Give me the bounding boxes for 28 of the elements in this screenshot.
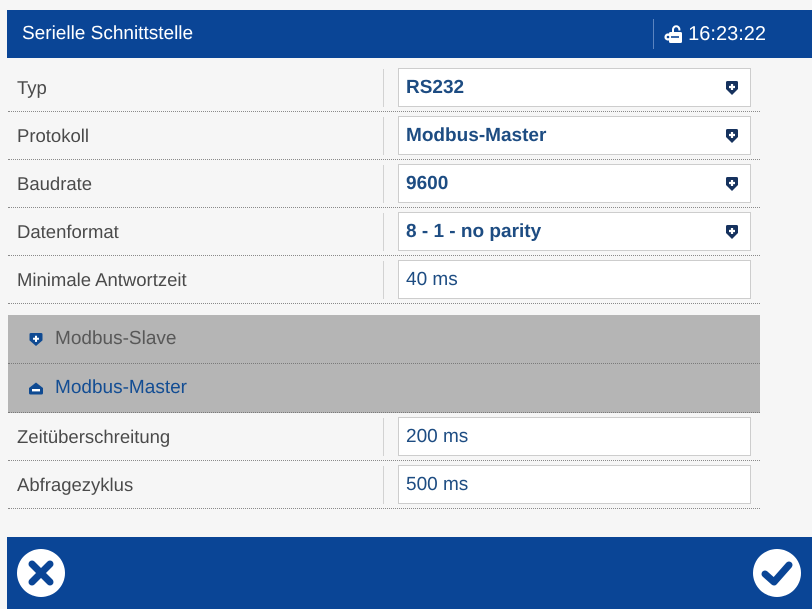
dropdown-arrow-icon xyxy=(726,176,738,190)
dropdown-field[interactable]: 8 - 1 - no parity xyxy=(398,212,751,251)
expand-icon xyxy=(29,332,43,346)
dropdown-field[interactable]: RS232 xyxy=(398,68,751,107)
input-field[interactable]: 500 ms xyxy=(398,465,751,504)
field-label: Datenformat xyxy=(16,220,120,242)
field-label: Zeitüberschreitung xyxy=(16,426,172,448)
dropdown-arrow-icon xyxy=(726,128,738,142)
clock-time: 16:23:22 xyxy=(688,22,766,46)
field-label: Abfragezyklus xyxy=(16,474,134,496)
padlock-key-icon xyxy=(664,25,684,43)
dropdown-arrow-icon xyxy=(726,80,738,94)
field-label: Protokoll xyxy=(16,124,90,146)
dropdown-field[interactable]: Modbus-Master xyxy=(398,116,751,155)
confirm-button[interactable] xyxy=(753,549,801,597)
cancel-button[interactable] xyxy=(17,549,65,597)
field-label: Baudrate xyxy=(16,172,94,194)
field-label: Typ xyxy=(16,76,48,98)
section-header[interactable]: Modbus-Master xyxy=(8,364,760,413)
dropdown-arrow-icon xyxy=(726,224,738,238)
dropdown-field[interactable]: 9600 xyxy=(398,164,751,203)
field-label: Minimale Antwortzeit xyxy=(16,268,188,290)
input-field[interactable]: 200 ms xyxy=(398,417,751,456)
close-icon xyxy=(17,549,65,597)
window-title: Serielle Schnittstelle xyxy=(22,23,194,45)
collapse-icon xyxy=(29,382,43,394)
input-field[interactable]: 40 ms xyxy=(398,260,751,299)
check-icon xyxy=(753,549,801,597)
